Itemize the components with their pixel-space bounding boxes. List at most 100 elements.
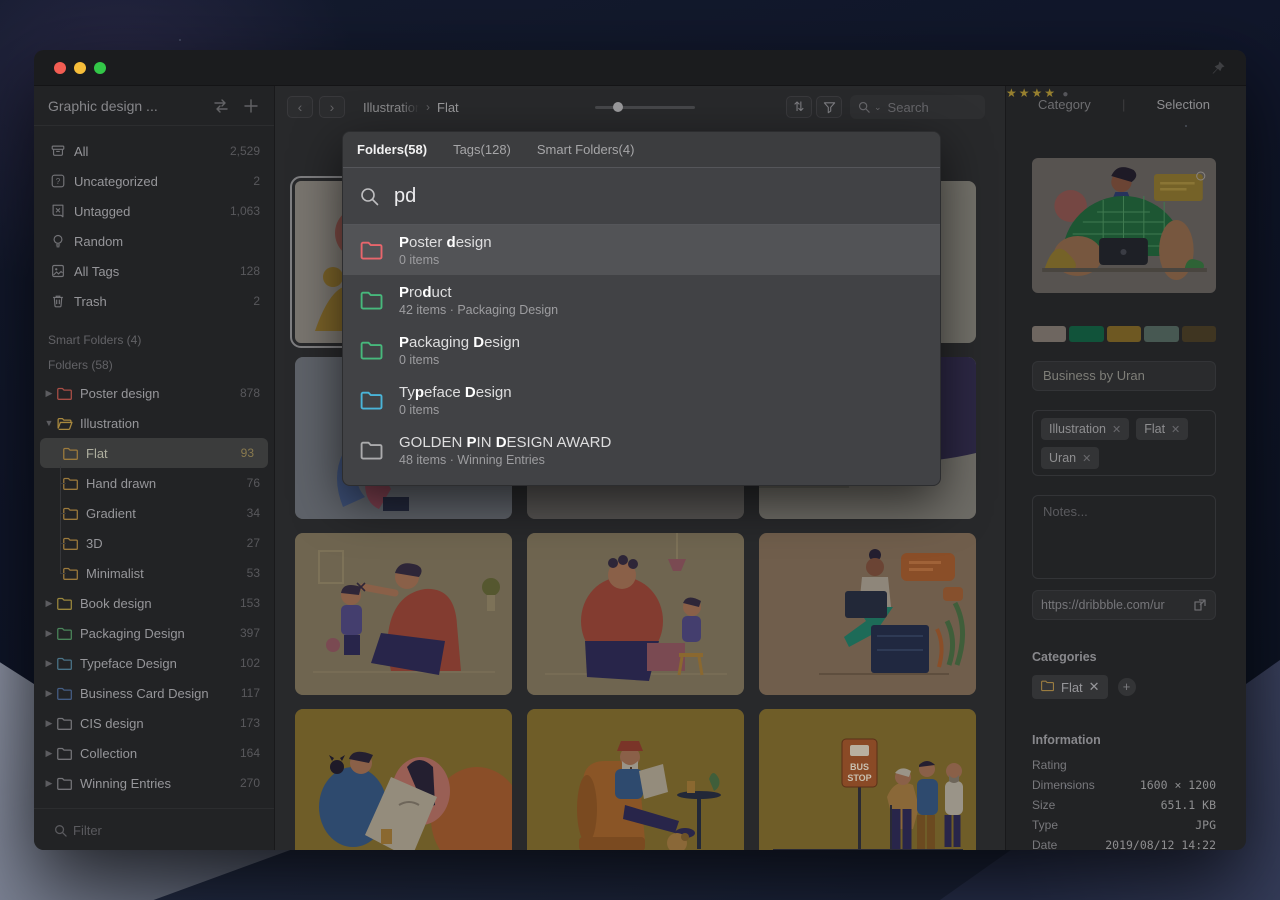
chevron-right-icon[interactable]: ▶	[42, 658, 56, 669]
folder-icon	[56, 716, 73, 731]
chevron-right-icon[interactable]: ▶	[42, 688, 56, 699]
folder-count: 53	[247, 566, 260, 580]
popup-search-input[interactable]: pd	[394, 185, 416, 208]
sidebar-filter-bar: Filter	[34, 808, 274, 850]
folder-item-collection[interactable]: ▶Collection164	[34, 738, 274, 768]
folder-count: 878	[240, 386, 260, 400]
result-meta: 0 items	[399, 352, 924, 368]
folder-label: Typeface Design	[80, 656, 240, 671]
rating-stars[interactable]: ★★★★ ●	[1006, 86, 1246, 850]
folder-label: Book design	[80, 596, 240, 611]
folder-item-book-design[interactable]: ▶ Book design153	[34, 588, 274, 618]
search-result-row[interactable]: Packaging Design0 items	[343, 325, 940, 375]
folder-item-flat[interactable]: Flat93	[40, 438, 268, 468]
section-smart-folders[interactable]: Smart Folders (4)	[34, 328, 274, 353]
breadcrumb-current[interactable]: Flat	[437, 100, 459, 115]
thumbnail-father-child[interactable]	[527, 533, 744, 695]
minimize-button[interactable]	[74, 62, 86, 74]
filter-input[interactable]: Filter	[46, 818, 262, 842]
search-input[interactable]: ⌄ Search	[850, 95, 985, 119]
random-icon	[50, 233, 66, 249]
thumbnail-size-slider[interactable]	[595, 106, 695, 109]
folder-icon	[359, 239, 384, 261]
breadcrumb-parent[interactable]: Illustration	[363, 100, 419, 115]
folder-item-typeface-design[interactable]: ▶Typeface Design102	[34, 648, 274, 678]
sidebar-item-all-tags[interactable]: All Tags128	[34, 256, 274, 286]
pin-icon[interactable]	[1210, 60, 1226, 76]
folder-label: 3D	[86, 536, 247, 551]
thumbnail-woman-laptop[interactable]	[759, 533, 976, 695]
traffic-lights	[54, 62, 106, 74]
chevron-right-icon: ›	[426, 100, 430, 114]
filter-button[interactable]	[816, 96, 842, 118]
folder-item-packaging-design[interactable]: ▶Packaging Design397	[34, 618, 274, 648]
popup-tab-tags-128-[interactable]: Tags(128)	[453, 142, 511, 157]
folder-item-hand-drawn[interactable]: Hand drawn76	[34, 468, 274, 498]
folder-item-gradient[interactable]: Gradient34	[34, 498, 274, 528]
folder-item-minimalist[interactable]: Minimalist53	[34, 558, 274, 588]
chevron-right-icon[interactable]: ▶	[42, 388, 56, 399]
quick-search-popup: Folders(58)Tags(128)Smart Folders(4) pd …	[342, 131, 941, 486]
forward-button[interactable]: ›	[319, 96, 345, 118]
information-rows: Rating★★★★ ●Dimensions1600 × 1200Size651…	[1032, 755, 1216, 850]
slider-thumb[interactable]	[613, 102, 623, 112]
folder-label: Poster design	[80, 386, 240, 401]
search-result-row[interactable]: Product42 items · Packaging Design	[343, 275, 940, 325]
folder-item-cis-design[interactable]: ▶CIS design173	[34, 708, 274, 738]
chevron-right-icon[interactable]: ▶	[42, 598, 56, 609]
swap-icon[interactable]	[212, 97, 230, 115]
trash-icon	[50, 293, 66, 309]
search-result-row[interactable]: GOLDEN PIN DESIGN AWARD48 items · Winnin…	[343, 425, 940, 475]
chevron-right-icon[interactable]: ▶	[42, 748, 56, 759]
folder-item-business-card-design[interactable]: ▶Business Card Design117	[34, 678, 274, 708]
folder-count: 34	[247, 506, 260, 520]
inspector-panel: Category | Selection	[1005, 86, 1246, 850]
folder-icon	[56, 386, 73, 401]
thumbnail-writing-pair[interactable]	[295, 709, 512, 850]
folder-icon	[56, 656, 73, 671]
back-button[interactable]: ‹	[287, 96, 313, 118]
chevron-right-icon[interactable]: ▶	[42, 718, 56, 729]
thumbnail-haircut[interactable]	[295, 533, 512, 695]
thumbnail-bus-stop[interactable]: BUS STOP	[759, 709, 976, 850]
folder-item-winning-entries[interactable]: ▶Winning Entries270	[34, 768, 274, 798]
folder-label: Hand drawn	[86, 476, 247, 491]
sidebar-item-untagged[interactable]: Untagged1,063	[34, 196, 274, 226]
section-folders[interactable]: Folders (58)	[34, 353, 274, 378]
search-result-row[interactable]: Typeface Design0 items	[343, 375, 940, 425]
search-icon	[54, 824, 67, 837]
folder-icon	[56, 416, 73, 431]
sidebar-item-label: Random	[74, 234, 260, 249]
folder-count: 93	[241, 446, 254, 460]
search-result-row[interactable]: Poster design0 items	[343, 225, 940, 275]
sidebar-item-label: Uncategorized	[74, 174, 253, 189]
folder-count: 153	[240, 596, 260, 610]
folder-icon	[62, 536, 79, 551]
sidebar-item-uncategorized[interactable]: ?Uncategorized2	[34, 166, 274, 196]
close-button[interactable]	[54, 62, 66, 74]
sidebar-item-trash[interactable]: Trash2	[34, 286, 274, 316]
folder-item-illustration[interactable]: ▼Illustration	[34, 408, 274, 438]
folder-icon	[359, 389, 384, 411]
sidebar-item-count: 2	[253, 174, 260, 188]
folder-icon	[56, 776, 73, 791]
toolbar: ‹ › Illustration › Flat ⇅ ⌄ Search	[275, 86, 1005, 128]
chevron-down-icon[interactable]: ⌄	[874, 102, 882, 113]
folder-item-3d[interactable]: 3D27	[34, 528, 274, 558]
popup-tab-folders-58-[interactable]: Folders(58)	[357, 142, 427, 157]
sort-button[interactable]: ⇅	[786, 96, 812, 118]
chevron-down-icon[interactable]: ▼	[42, 418, 56, 428]
result-meta: 48 items · Winning Entries	[399, 452, 924, 468]
library-switcher[interactable]: Graphic design ...	[34, 86, 274, 126]
sidebar-item-all[interactable]: All2,529	[34, 136, 274, 166]
chevron-right-icon[interactable]: ▶	[42, 778, 56, 789]
folder-icon	[62, 506, 79, 521]
popup-tab-smart-folders-4-[interactable]: Smart Folders(4)	[537, 142, 635, 157]
chevron-right-icon[interactable]: ▶	[42, 628, 56, 639]
sidebar-item-random[interactable]: Random	[34, 226, 274, 256]
plus-icon[interactable]	[242, 97, 260, 115]
thumbnail-reading-armchair[interactable]	[527, 709, 744, 850]
folder-item-poster-design[interactable]: ▶ Poster design878	[34, 378, 274, 408]
zoom-button[interactable]	[94, 62, 106, 74]
folder-icon	[359, 439, 384, 461]
